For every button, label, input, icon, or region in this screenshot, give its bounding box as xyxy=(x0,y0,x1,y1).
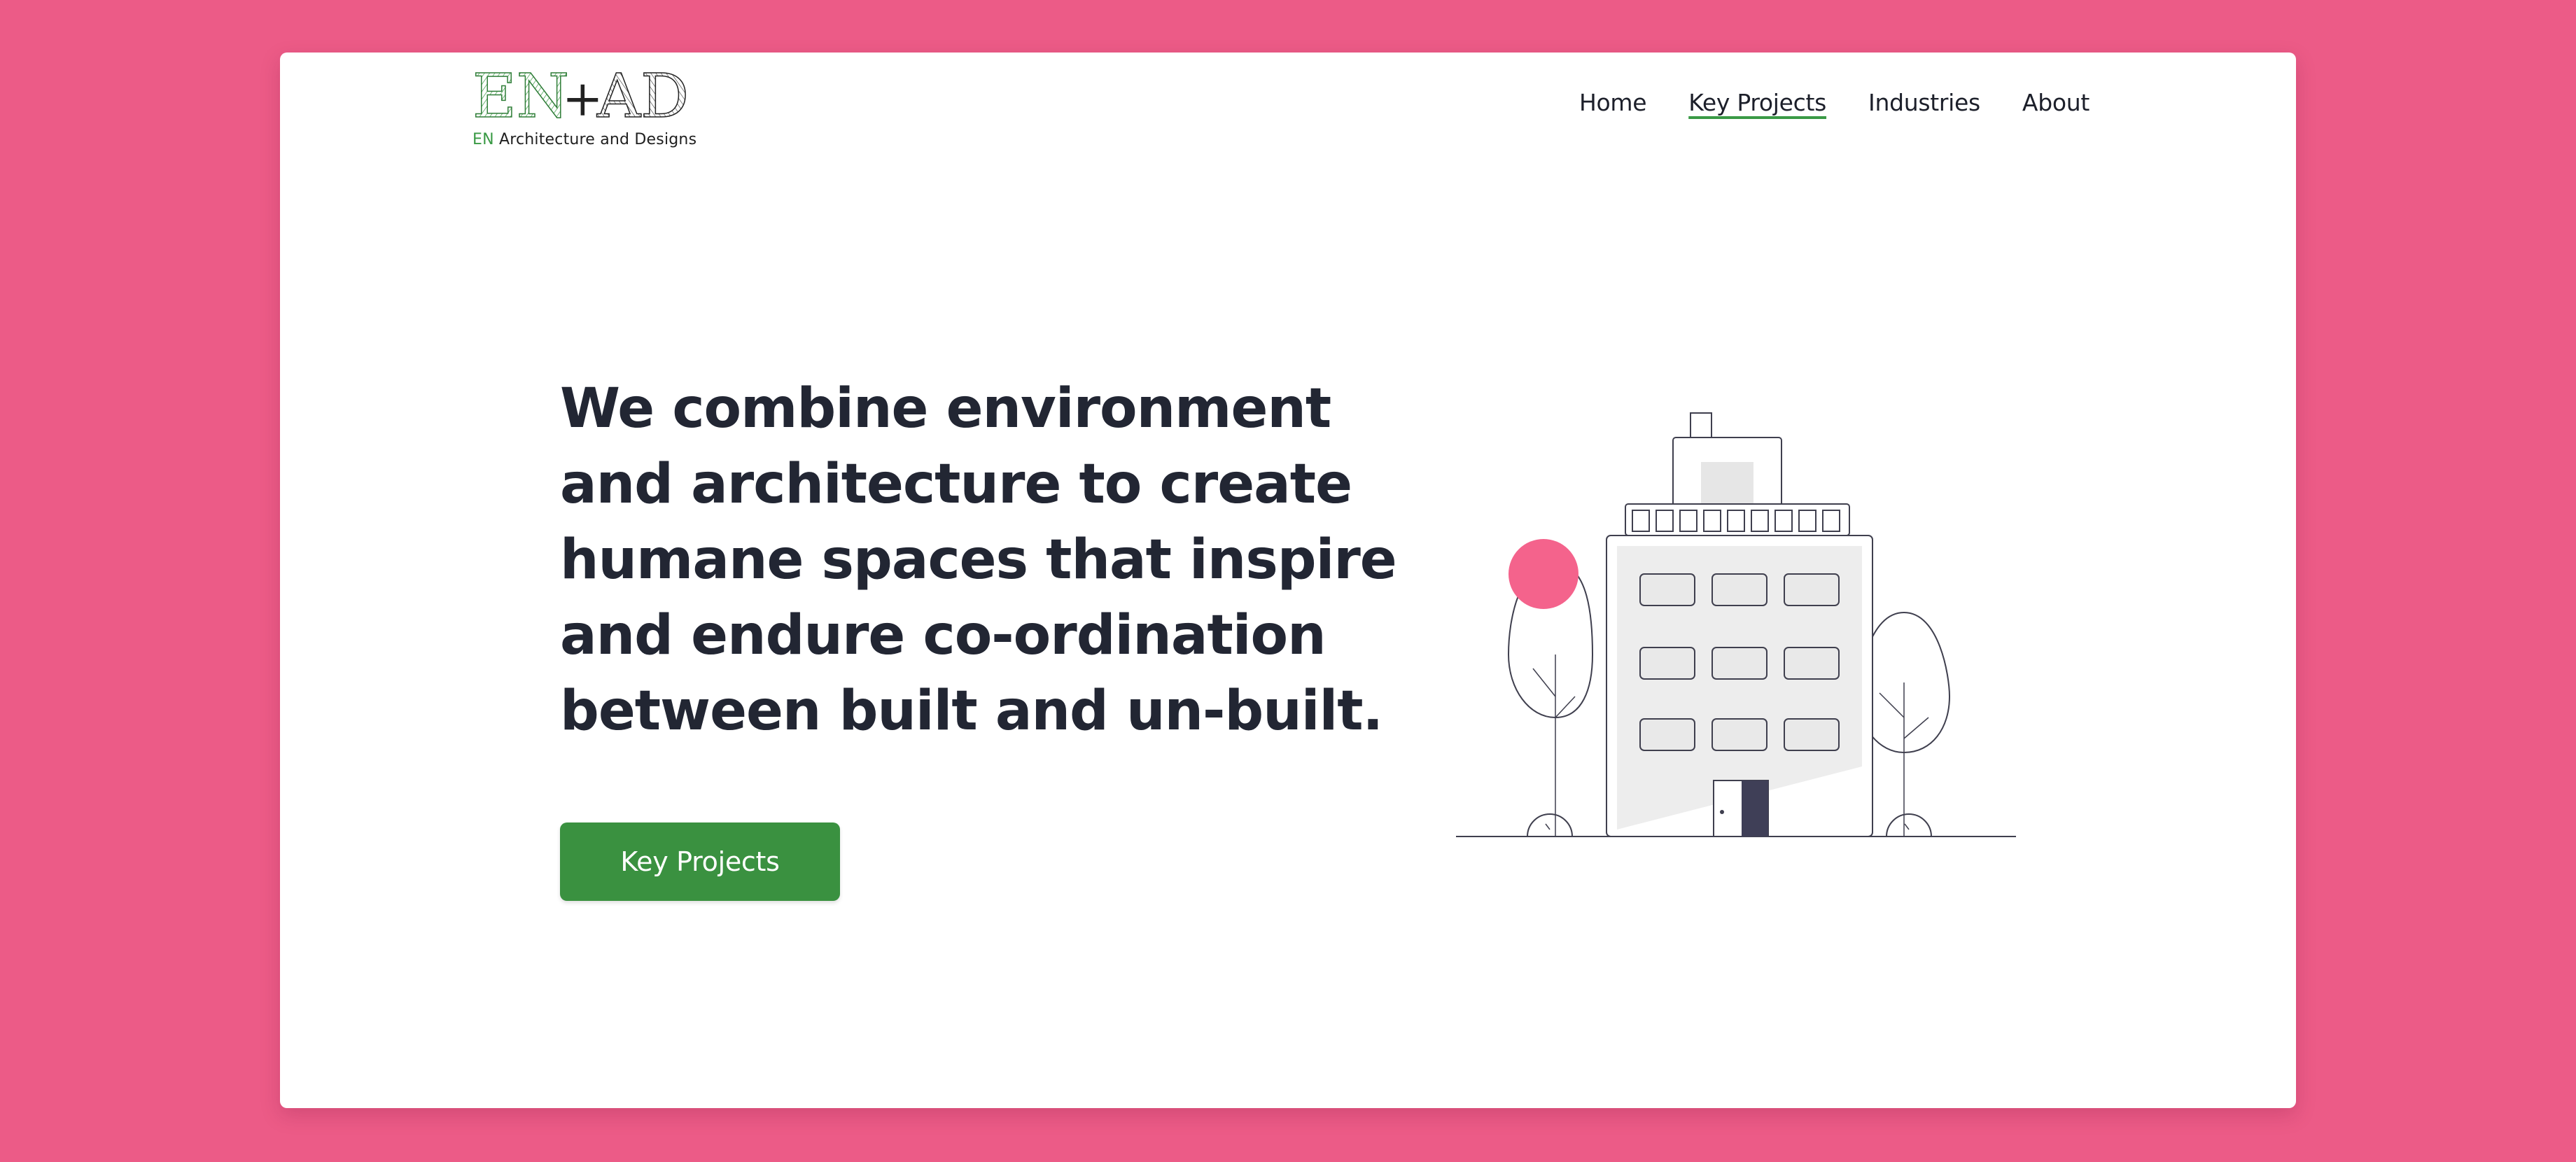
logo-tagline: EN Architecture and Designs xyxy=(472,131,696,148)
nav-industries[interactable]: Industries xyxy=(1868,89,1980,119)
building-illustration-icon xyxy=(1456,412,2016,837)
svg-text:EN: EN xyxy=(472,68,569,124)
page-card: EN + AD EN Architecture and Designs Home… xyxy=(280,52,2296,1108)
logo-mark: EN + AD xyxy=(472,68,690,124)
nav-home[interactable]: Home xyxy=(1579,89,1647,119)
main-nav: Home Key Projects Industries About xyxy=(1579,89,2090,119)
logo[interactable]: EN + AD EN Architecture and Designs xyxy=(472,68,704,148)
logo-tagline-prefix: EN xyxy=(472,131,494,148)
nav-about[interactable]: About xyxy=(2022,89,2090,119)
svg-text:AD: AD xyxy=(596,68,689,124)
hero-headline: We combine environment and architecture … xyxy=(560,377,1397,743)
key-projects-button[interactable]: Key Projects xyxy=(560,822,840,901)
logo-tagline-text: Architecture and Designs xyxy=(493,131,697,148)
nav-key-projects[interactable]: Key Projects xyxy=(1688,89,1826,119)
